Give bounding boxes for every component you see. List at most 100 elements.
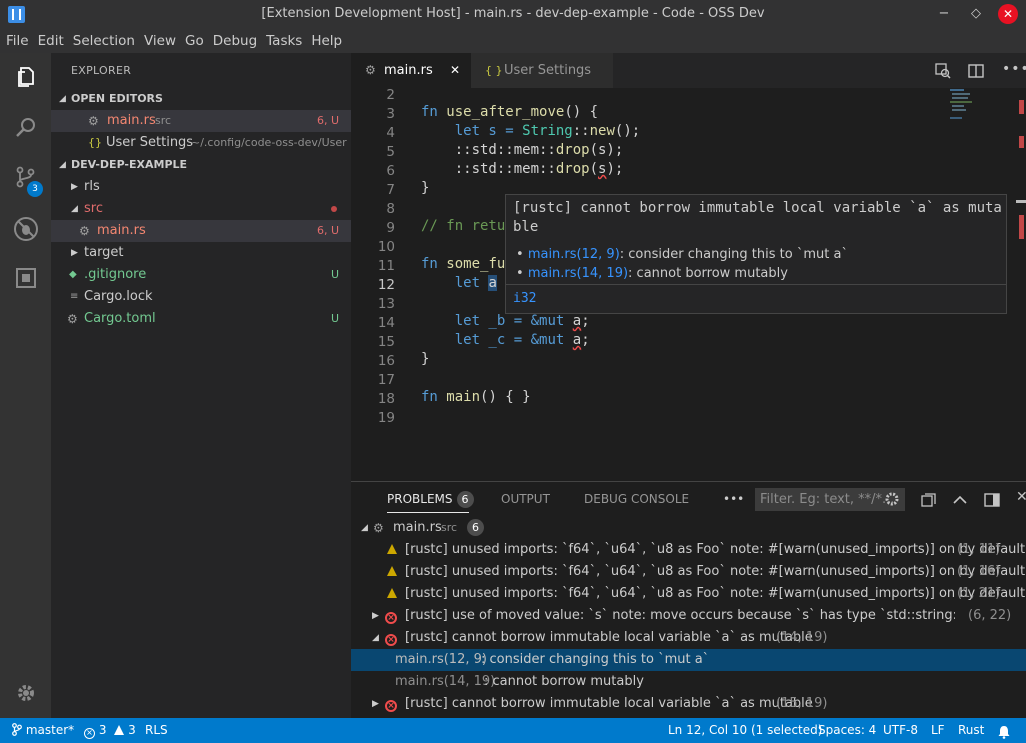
menu-tasks[interactable]: Tasks [266, 33, 311, 49]
open-editor-name: main.rs [107, 113, 156, 128]
toggle-panel-position-icon[interactable] [984, 492, 1000, 508]
explorer-activity[interactable] [0, 53, 51, 101]
tree-folder-src[interactable]: ◢ src [51, 198, 351, 220]
split-editor-icon[interactable] [968, 63, 984, 79]
tree-item-label: rls [84, 179, 100, 194]
open-editors-header[interactable]: ◢ OPEN EDITORS [51, 88, 351, 110]
error-icon: × [385, 605, 397, 627]
related-link[interactable]: main.rs(12, 9) [395, 649, 487, 671]
line-number: 13 [377, 296, 395, 312]
tree-item-label: src [84, 201, 103, 216]
hover-widget: [rustc] cannot borrow immutable local va… [505, 194, 1007, 314]
problem-file-dir: src [441, 521, 458, 534]
minimize-button[interactable]: − [934, 4, 954, 24]
tree-file-cargo-lock[interactable]: ≡ Cargo.lock [51, 286, 351, 308]
problem-related-row[interactable]: main.rs(14, 19) : cannot borrow mutably [351, 671, 1026, 693]
more-actions-icon[interactable]: ••• [1002, 61, 1026, 77]
problem-location: (6, 22) [968, 608, 1012, 623]
problem-row[interactable]: [rustc] unused imports: `f64`, `u64`, `u… [351, 583, 1026, 605]
eol-status[interactable]: LF [931, 718, 945, 743]
collapse-all-icon[interactable] [921, 492, 937, 508]
scm-count-badge: 3 [27, 181, 43, 197]
chevron-down-icon: ◢ [59, 160, 66, 170]
menu-file[interactable]: File [6, 33, 38, 49]
problem-row[interactable]: ◢ × [rustc] cannot borrow immutable loca… [351, 627, 1026, 649]
open-editor-main-rs[interactable]: ⚙ main.rs src 6, U [51, 110, 351, 132]
indentation-status[interactable]: Spaces: 4 [818, 718, 876, 743]
overview-ruler[interactable] [1016, 88, 1026, 481]
problem-row[interactable]: [rustc] unused imports: `f64`, `u64`, `u… [351, 539, 1026, 561]
cursor-position[interactable]: Ln 12, Col 10 (1 selected) [668, 718, 822, 743]
menu-go[interactable]: Go [185, 33, 213, 49]
tab-output[interactable]: OUTPUT [501, 492, 550, 506]
filter-settings-icon[interactable] [884, 491, 900, 507]
problem-related-row[interactable]: main.rs(12, 9) : consider changing this … [351, 649, 1026, 671]
warning-count: 3 [128, 723, 136, 737]
extensions-activity[interactable] [0, 254, 51, 302]
line-number: 17 [377, 372, 395, 388]
language-status[interactable]: Rust [958, 718, 984, 743]
tree-folder-target[interactable]: ▶ target [51, 242, 351, 264]
close-window-button[interactable]: ✕ [998, 4, 1018, 24]
tab-user-settings[interactable]: { } User Settings [471, 53, 613, 88]
error-dot-icon [331, 206, 337, 212]
open-editor-desc: ~/.config/code-oss-dev/User [191, 136, 347, 149]
problem-row[interactable]: [rustc] unused imports: `f64`, `u64`, `u… [351, 561, 1026, 583]
tab-debug-console[interactable]: DEBUG CONSOLE [584, 492, 689, 506]
menu-view[interactable]: View [144, 33, 185, 49]
error-icon: × [84, 728, 95, 739]
maximize-panel-icon[interactable] [952, 492, 968, 508]
open-editor-name: User Settings [106, 135, 194, 150]
minimap[interactable] [946, 88, 1016, 128]
menu-edit[interactable]: Edit [38, 33, 73, 49]
tree-folder-rls[interactable]: ▶ rls [51, 176, 351, 198]
related-link[interactable]: main.rs(14, 19) [395, 671, 495, 693]
line-number: 15 [377, 334, 395, 350]
line-number: 7 [386, 182, 395, 198]
extensions-icon [15, 268, 36, 288]
bell-icon[interactable] [997, 723, 1011, 739]
line-number: 11 [377, 258, 395, 274]
open-editor-user-settings[interactable]: {} User Settings ~/.config/code-oss-dev/… [51, 132, 351, 154]
close-panel-icon[interactable]: ✕ [1016, 489, 1026, 505]
rls-status[interactable]: RLS [145, 718, 168, 743]
rust-file-icon: ⚙ [79, 224, 90, 238]
line-number: 3 [386, 106, 395, 122]
line-number: 8 [386, 201, 395, 217]
open-editor-desc: src [155, 114, 172, 127]
problem-file-group[interactable]: ◢ ⚙ main.rs src 6 [351, 517, 1026, 539]
tab-close-icon[interactable]: ✕ [450, 53, 460, 88]
problems-filter-input[interactable]: Filter. Eg: text, **/*... [755, 488, 905, 511]
source-control-activity[interactable]: 3 [0, 153, 51, 201]
maximize-button[interactable]: ◇ [966, 4, 986, 24]
hover-link[interactable]: main.rs(14, 19) [528, 266, 628, 281]
problems-status[interactable]: × 3 3 [84, 718, 136, 743]
branch-status[interactable]: master* [12, 718, 74, 743]
manage-activity[interactable] [0, 669, 51, 717]
tree-file-main-rs[interactable]: ⚙ main.rs 6, U [51, 220, 351, 242]
debug-activity[interactable] [0, 205, 51, 253]
code-line: let a [421, 275, 497, 291]
code-line: ::std::mem::drop(s); [421, 142, 624, 158]
tab-problems[interactable]: PROBLEMS 6 [387, 491, 474, 508]
line-number: 9 [386, 220, 395, 236]
more-tabs-icon[interactable]: ••• [723, 492, 744, 506]
open-changes-icon[interactable] [935, 63, 951, 79]
menu-selection[interactable]: Selection [73, 33, 144, 49]
menu-debug[interactable]: Debug [213, 33, 266, 49]
encoding-status[interactable]: UTF-8 [883, 718, 918, 743]
menu-help[interactable]: Help [311, 33, 351, 49]
line-number: 14 [377, 315, 395, 331]
branch-name: master* [25, 723, 75, 737]
search-activity[interactable] [0, 103, 51, 151]
hover-link[interactable]: main.rs(12, 9) [528, 247, 620, 262]
open-editors-label: OPEN EDITORS [71, 92, 163, 105]
json-file-icon: { } [485, 64, 503, 77]
problem-row[interactable]: ▶ × [rustc] cannot borrow immutable loca… [351, 693, 1026, 715]
tree-file-gitignore[interactable]: ◆ .gitignore U [51, 264, 351, 286]
tab-main-rs[interactable]: ⚙ main.rs ✕ [351, 53, 471, 88]
tree-file-cargo-toml[interactable]: ⚙ Cargo.toml U [51, 308, 351, 330]
project-header[interactable]: ◢ DEV-DEP-EXAMPLE [51, 154, 351, 176]
code-line: ::std::mem::drop(s); [421, 161, 624, 177]
problem-row[interactable]: ▶ × [rustc] use of moved value: `s` note… [351, 605, 1026, 627]
